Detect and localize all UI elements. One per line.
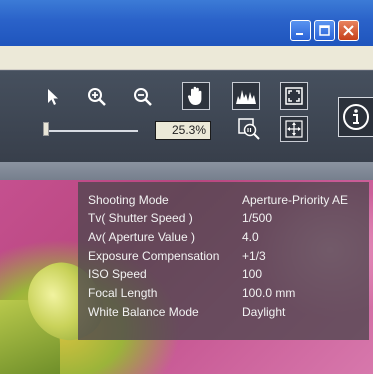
arrow-select-tool[interactable]	[40, 84, 66, 110]
fit-window-icon	[285, 87, 303, 105]
actual-size-tool[interactable]	[236, 116, 262, 142]
maximize-icon	[319, 25, 330, 36]
info-value: 100.0 mm	[242, 286, 296, 300]
maximize-button[interactable]	[314, 20, 335, 41]
info-key: Av( Aperture Value )	[88, 230, 195, 244]
zoom-out-tool[interactable]	[130, 84, 156, 110]
shooting-info-panel: Shooting Mode Aperture-Priority AE Tv( S…	[78, 182, 369, 340]
minimize-icon	[296, 33, 303, 35]
hand-tool[interactable]	[182, 82, 210, 110]
info-row-aperture-value: Av( Aperture Value ) 4.0	[88, 229, 368, 245]
info-key: Tv( Shutter Speed )	[88, 211, 193, 225]
info-value: 1/500	[242, 211, 273, 225]
info-row-focal-length: Focal Length 100.0 mm	[88, 285, 368, 301]
title-bar	[0, 0, 373, 46]
fit-window-tool[interactable]	[280, 82, 308, 110]
close-icon	[343, 25, 354, 36]
zoom-out-icon	[134, 88, 152, 106]
zoom-value-field[interactable]: 25.3%	[155, 121, 211, 140]
info-row-shooting-mode: Shooting Mode Aperture-Priority AE	[88, 192, 368, 208]
zoom-in-icon	[88, 88, 106, 106]
zoom-slider-track[interactable]	[46, 130, 138, 132]
hand-icon	[187, 86, 202, 105]
histogram-tool[interactable]	[232, 82, 260, 110]
info-key: Focal Length	[88, 286, 158, 300]
info-button[interactable]	[338, 97, 373, 137]
info-row-iso-speed: ISO Speed 100	[88, 266, 368, 282]
arrow-pointer-icon	[48, 89, 58, 105]
info-key: White Balance Mode	[88, 305, 199, 319]
info-value: Aperture-Priority AE	[242, 193, 349, 207]
info-value: +1/3	[242, 249, 266, 263]
info-value: Daylight	[242, 305, 286, 319]
info-key: Shooting Mode	[88, 193, 169, 207]
info-icon	[343, 104, 369, 130]
info-value: 4.0	[242, 230, 259, 244]
zoom-in-tool[interactable]	[84, 84, 110, 110]
info-row-exposure-compensation: Exposure Compensation +1/3	[88, 248, 368, 264]
image-header-band	[0, 162, 373, 180]
info-row-shutter-speed: Tv( Shutter Speed ) 1/500	[88, 210, 368, 226]
info-key: ISO Speed	[88, 267, 147, 281]
zoom-slider-thumb[interactable]	[43, 122, 49, 136]
full-screen-icon	[285, 120, 303, 138]
histogram-icon	[236, 90, 256, 104]
minimize-button[interactable]	[290, 20, 311, 41]
menu-bar	[0, 46, 373, 70]
close-button[interactable]	[338, 20, 359, 41]
info-key: Exposure Compensation	[88, 249, 220, 263]
info-value: 100	[242, 267, 263, 281]
full-screen-tool[interactable]	[280, 116, 308, 142]
actual-size-icon	[238, 118, 260, 140]
info-row-white-balance: White Balance Mode Daylight	[88, 304, 368, 320]
